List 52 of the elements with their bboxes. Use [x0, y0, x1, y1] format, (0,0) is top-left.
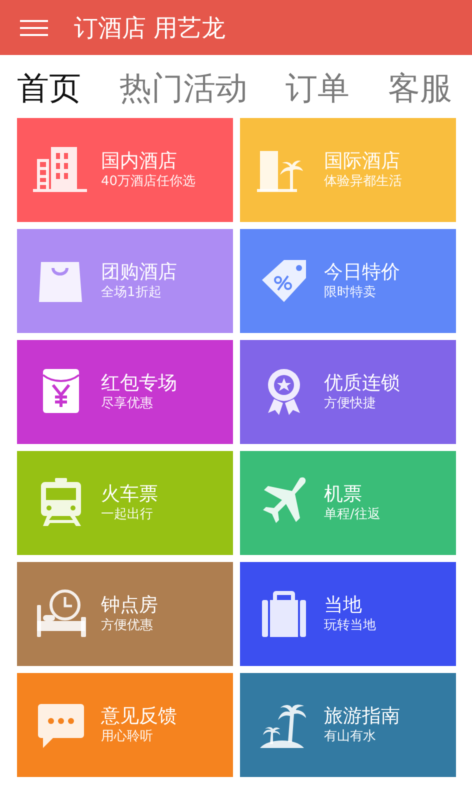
chat-bubble-icon: [38, 704, 84, 748]
price-tag-icon: [262, 260, 306, 302]
tile-subtitle: 单程/往返: [324, 506, 380, 524]
tile-title: 国内酒店: [101, 149, 178, 173]
bed-clock-icon: [37, 590, 86, 637]
nav-tab[interactable]: 热门活动: [119, 66, 248, 110]
train-icon: [41, 478, 81, 526]
tile-subtitle: 一起出行: [101, 506, 154, 524]
tile-title: 优质连锁: [324, 371, 400, 395]
menu-tile[interactable]: 国内酒店 40万酒店任你选: [17, 118, 233, 222]
building-icon: [33, 147, 87, 192]
tile-subtitle: 玩转当地: [324, 617, 376, 635]
nav-tab[interactable]: 首页: [17, 66, 81, 110]
menu-tile[interactable]: 机票 单程/往返: [240, 451, 456, 555]
menu-icon[interactable]: [20, 18, 48, 38]
tile-title: 机票: [324, 482, 363, 506]
nav-tab[interactable]: 客服: [388, 66, 452, 110]
tile-subtitle: 体验异都生活: [324, 173, 402, 191]
hotel-palm-icon: [257, 151, 303, 192]
airplane-icon: [263, 477, 306, 523]
menu-tile[interactable]: 意见反馈 用心聆听: [17, 673, 233, 777]
tile-subtitle: 有山有水: [324, 728, 377, 746]
tile-subtitle: 方便优惠: [101, 617, 154, 635]
palm-island-icon: [260, 704, 306, 748]
tile-subtitle: 40万酒店任你选: [101, 173, 196, 191]
menu-tile[interactable]: 红包专场 尽享优惠: [17, 340, 233, 444]
menu-tile[interactable]: 当地 玩转当地: [240, 562, 456, 666]
suitcase-icon: [262, 591, 306, 637]
tile-subtitle: 全场1折起: [101, 284, 162, 302]
menu-tile[interactable]: 团购酒店 全场1折起: [17, 229, 233, 333]
app-title: 订酒店 用艺龙: [74, 12, 226, 44]
nav-tab[interactable]: 订单: [286, 66, 350, 110]
tile-title: 团购酒店: [101, 260, 177, 284]
tile-subtitle: 尽享优惠: [101, 395, 154, 413]
tile-title: 钟点房: [101, 593, 158, 617]
menu-tile[interactable]: 优质连锁 方便快捷: [240, 340, 456, 444]
money-envelope-icon: [42, 369, 80, 413]
tile-subtitle: 方便快捷: [324, 395, 377, 413]
menu-tile[interactable]: 钟点房 方便优惠: [17, 562, 233, 666]
tile-title: 国际酒店: [324, 149, 401, 173]
menu-tile[interactable]: 旅游指南 有山有水: [240, 673, 456, 777]
shopping-bag-icon: [39, 262, 82, 302]
tile-title: 意见反馈: [101, 704, 177, 728]
menu-tile[interactable]: 今日特价 限时特卖: [240, 229, 456, 333]
award-badge-icon: [268, 369, 300, 415]
tile-subtitle: 限时特卖: [324, 284, 377, 302]
tile-subtitle: 用心聆听: [101, 728, 154, 746]
tile-title: 旅游指南: [324, 704, 400, 728]
tile-title: 今日特价: [324, 260, 400, 284]
tile-title: 火车票: [101, 482, 158, 506]
tile-title: 当地: [324, 593, 363, 617]
tile-title: 红包专场: [101, 371, 177, 395]
